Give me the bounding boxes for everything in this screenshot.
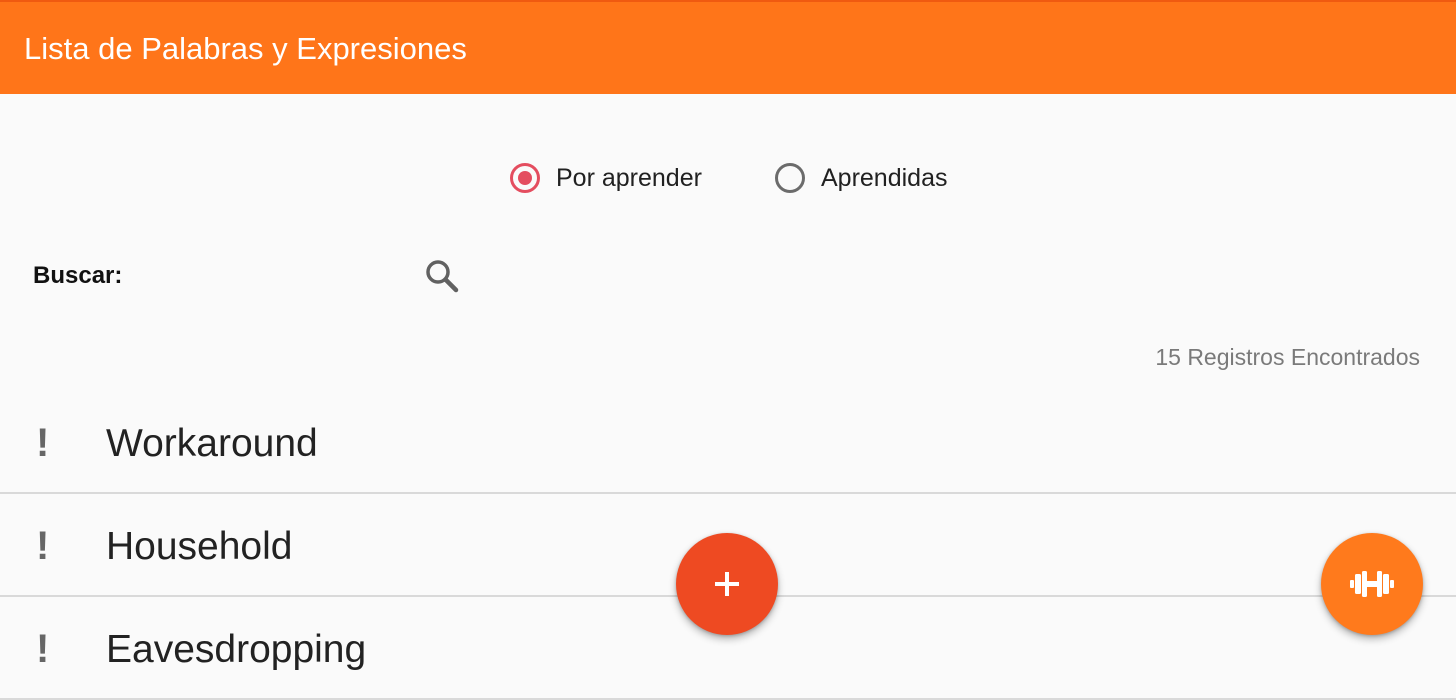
exclamation-icon: !: [36, 524, 50, 568]
radio-selected-icon: [510, 163, 540, 193]
app-title: Lista de Palabras y Expresiones: [24, 31, 467, 66]
app-bar: Lista de Palabras y Expresiones: [0, 0, 1456, 94]
exclamation-icon: !: [36, 421, 50, 465]
word-text: Workaround: [106, 422, 318, 465]
list-item[interactable]: ! Workaround: [0, 391, 1456, 494]
records-count: 15 Registros Encontrados: [1155, 344, 1420, 370]
word-text: Household: [106, 525, 293, 568]
word-text: Eavesdropping: [106, 628, 367, 671]
search-input[interactable]: [140, 252, 414, 302]
search-icon[interactable]: [422, 256, 462, 296]
radio-label: Por aprender: [556, 163, 702, 192]
exclamation-icon: !: [36, 627, 50, 671]
radio-aprendidas[interactable]: Aprendidas: [775, 158, 947, 198]
radio-label: Aprendidas: [821, 163, 948, 192]
search-label: Buscar:: [33, 262, 123, 289]
dumbbell-icon: [1350, 571, 1394, 597]
add-word-button[interactable]: [676, 533, 778, 635]
radio-unselected-icon: [775, 163, 805, 193]
learning-status-filter: Por aprender Aprendidas: [0, 158, 1456, 198]
practice-button[interactable]: [1321, 533, 1423, 635]
radio-por-aprender[interactable]: Por aprender: [510, 158, 702, 198]
plus-icon: [715, 572, 739, 596]
